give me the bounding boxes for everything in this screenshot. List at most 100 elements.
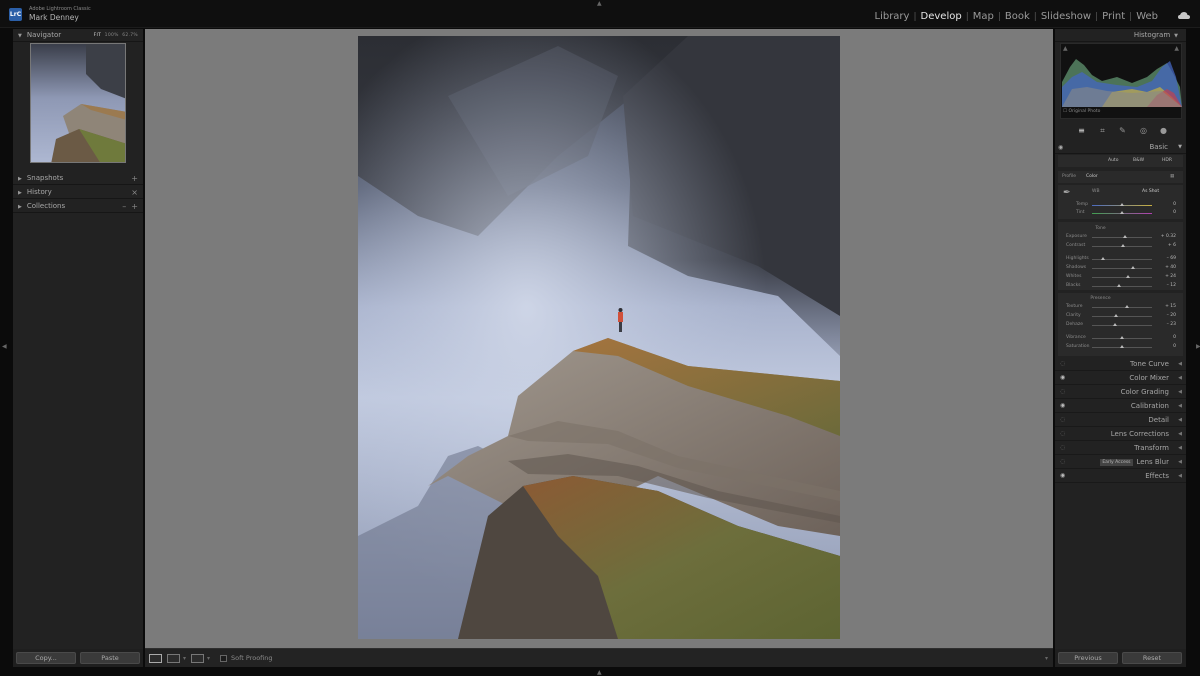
navigator-preview[interactable] xyxy=(30,43,126,163)
section-effects[interactable]: ◉ Effects ◀ xyxy=(1055,469,1186,483)
visibility-eye-icon[interactable]: ◌ xyxy=(1060,385,1065,399)
zoom-fit[interactable]: FIT xyxy=(94,33,102,38)
visibility-eye-icon[interactable]: ◉ xyxy=(1060,371,1065,385)
reset-button[interactable]: Reset xyxy=(1122,652,1182,664)
toolbar-options-icon[interactable]: ▾ xyxy=(1045,655,1048,662)
soft-proofing-checkbox[interactable] xyxy=(220,655,227,662)
exposure-value[interactable]: + 0.32 xyxy=(1156,234,1176,239)
dehaze-slider-track[interactable] xyxy=(1092,325,1152,326)
visibility-eye-icon[interactable]: ◉ xyxy=(1060,399,1065,413)
dehaze-slider-thumb[interactable] xyxy=(1113,323,1117,326)
filmstrip-toggle-icon[interactable]: ▲ xyxy=(597,669,602,676)
section-calibration[interactable]: ◉ Calibration ◀ xyxy=(1055,399,1186,413)
masking-icon[interactable]: ● xyxy=(1159,126,1168,135)
hdr-button[interactable]: HDR xyxy=(1162,158,1172,163)
wb-dropdown[interactable]: As Shot xyxy=(1142,189,1159,194)
bw-button[interactable]: B&W xyxy=(1133,158,1144,163)
visibility-eye-icon[interactable]: ◉ xyxy=(1060,469,1065,483)
saturation-value[interactable]: 0 xyxy=(1156,344,1176,349)
visibility-eye-icon[interactable]: ◌ xyxy=(1060,427,1065,441)
shadows-value[interactable]: + 40 xyxy=(1156,265,1176,270)
main-photo[interactable] xyxy=(358,36,840,639)
shadows-slider-thumb[interactable] xyxy=(1131,266,1135,269)
module-develop[interactable]: Develop xyxy=(917,11,966,22)
visibility-eye-icon[interactable]: ◌ xyxy=(1060,357,1065,371)
snapshots-header[interactable]: ▶ Snapshots + xyxy=(13,172,143,185)
identity-plate-user[interactable]: Mark Denney xyxy=(29,13,79,22)
module-print[interactable]: Print xyxy=(1098,11,1129,22)
clarity-slider-track[interactable] xyxy=(1092,316,1152,317)
module-library[interactable]: Library xyxy=(871,11,914,22)
whites-slider-thumb[interactable] xyxy=(1126,275,1130,278)
dehaze-value[interactable]: – 23 xyxy=(1156,322,1176,327)
highlights-slider-thumb[interactable] xyxy=(1101,257,1105,260)
contrast-value[interactable]: + 6 xyxy=(1156,243,1176,248)
before-after-icon[interactable] xyxy=(167,654,180,663)
zoom-other[interactable]: 62.7% xyxy=(122,33,138,38)
section-lens-corrections[interactable]: ◌ Lens Corrections ◀ xyxy=(1055,427,1186,441)
temp-value[interactable]: 0 xyxy=(1156,202,1176,207)
copy-button[interactable]: Copy... xyxy=(16,652,76,664)
histogram[interactable]: ▲ ▲ xyxy=(1060,43,1182,119)
clarity-value[interactable]: – 20 xyxy=(1156,313,1176,318)
collections-header[interactable]: ▶ Collections – + xyxy=(13,200,143,213)
section-lens-blur[interactable]: ◌ Early Access Lens Blur ◀ xyxy=(1055,455,1186,469)
history-header[interactable]: ▶ History × xyxy=(13,186,143,199)
contrast-slider-thumb[interactable] xyxy=(1121,244,1125,247)
blacks-value[interactable]: – 12 xyxy=(1156,283,1176,288)
section-color-grading[interactable]: ◌ Color Grading ◀ xyxy=(1055,385,1186,399)
histogram-header[interactable]: Histogram ▼ xyxy=(1055,29,1186,42)
module-web[interactable]: Web xyxy=(1132,11,1162,22)
whites-value[interactable]: + 24 xyxy=(1156,274,1176,279)
exposure-slider-track[interactable] xyxy=(1092,237,1152,238)
healing-icon[interactable]: ✎ xyxy=(1118,126,1127,135)
eyedropper-icon[interactable]: ✒ xyxy=(1063,188,1071,198)
before-after-swap-icon[interactable] xyxy=(191,654,204,663)
exposure-slider-thumb[interactable] xyxy=(1123,235,1127,238)
saturation-slider-thumb[interactable] xyxy=(1120,345,1124,348)
clear-history-icon[interactable]: × xyxy=(131,186,138,199)
swap-dropdown-icon[interactable]: ▾ xyxy=(207,655,210,662)
cloud-sync-icon[interactable] xyxy=(1178,12,1190,19)
shadow-clipping-icon[interactable]: ▲ xyxy=(1063,45,1068,52)
module-slideshow[interactable]: Slideshow xyxy=(1037,11,1095,22)
blacks-slider-track[interactable] xyxy=(1092,286,1152,287)
module-map[interactable]: Map xyxy=(969,11,998,22)
texture-value[interactable]: + 15 xyxy=(1156,304,1176,309)
loupe-view-icon[interactable] xyxy=(149,654,162,663)
texture-slider-track[interactable] xyxy=(1092,307,1152,308)
crop-icon[interactable]: ⌗ xyxy=(1098,126,1107,135)
basic-visibility-icon[interactable]: ◉ xyxy=(1058,141,1063,154)
temp-slider-thumb[interactable] xyxy=(1120,203,1124,206)
profile-dropdown[interactable]: Color xyxy=(1086,174,1098,179)
navigator-zoom-options[interactable]: FIT 100% 62.7% xyxy=(94,29,138,42)
profile-browser-icon[interactable]: ▦ xyxy=(1170,174,1174,179)
tint-value[interactable]: 0 xyxy=(1156,210,1176,215)
vibrance-slider-thumb[interactable] xyxy=(1120,336,1124,339)
visibility-eye-icon[interactable]: ◌ xyxy=(1060,455,1065,469)
highlight-clipping-icon[interactable]: ▲ xyxy=(1174,45,1179,52)
add-snapshot-icon[interactable]: + xyxy=(131,172,138,185)
auto-button[interactable]: Auto xyxy=(1108,158,1118,163)
section-detail[interactable]: ◌ Detail ◀ xyxy=(1055,413,1186,427)
basic-header[interactable]: ◉ Basic ▼ xyxy=(1055,141,1186,154)
red-eye-icon[interactable]: ◎ xyxy=(1139,126,1148,135)
collection-actions-icon[interactable]: – + xyxy=(122,200,138,213)
section-transform[interactable]: ◌ Transform ◀ xyxy=(1055,441,1186,455)
module-book[interactable]: Book xyxy=(1001,11,1034,22)
paste-button[interactable]: Paste xyxy=(80,652,140,664)
navigator-header[interactable]: ▼ Navigator FIT 100% 62.7% xyxy=(13,29,143,42)
left-panel-toggle-icon[interactable]: ◀ xyxy=(2,343,7,350)
zoom-100[interactable]: 100% xyxy=(105,33,119,38)
right-panel-toggle-icon[interactable]: ▶ xyxy=(1196,343,1200,350)
visibility-eye-icon[interactable]: ◌ xyxy=(1060,441,1065,455)
whites-slider-track[interactable] xyxy=(1092,277,1152,278)
tint-slider-thumb[interactable] xyxy=(1120,211,1124,214)
previous-button[interactable]: Previous xyxy=(1058,652,1118,664)
before-after-dropdown-icon[interactable]: ▾ xyxy=(183,655,186,662)
clarity-slider-thumb[interactable] xyxy=(1114,314,1118,317)
blacks-slider-thumb[interactable] xyxy=(1117,284,1121,287)
vibrance-value[interactable]: 0 xyxy=(1156,335,1176,340)
section-tone-curve[interactable]: ◌ Tone Curve ◀ xyxy=(1055,357,1186,371)
section-color-mixer[interactable]: ◉ Color Mixer ◀ xyxy=(1055,371,1186,385)
